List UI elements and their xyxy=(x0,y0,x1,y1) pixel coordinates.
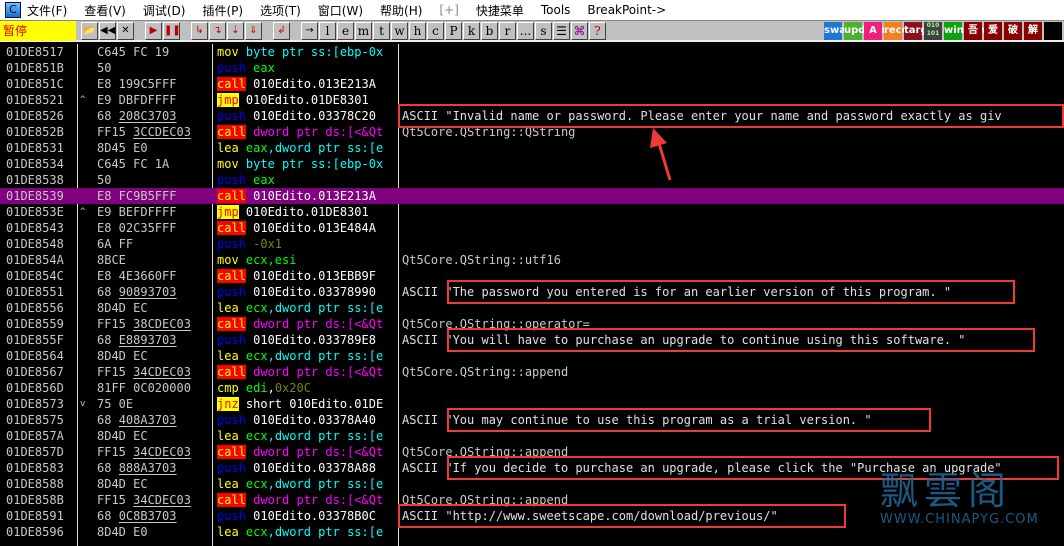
annotation-overlay xyxy=(650,128,672,181)
watermark-logo: 飘雲阁 xyxy=(880,469,1013,513)
watermark-url: WWW.CHINAPYG.COM xyxy=(880,512,1039,527)
red-arrow-icon xyxy=(650,128,672,181)
watermark: 飘雲阁 WWW.CHINAPYG.COM xyxy=(880,470,1039,527)
